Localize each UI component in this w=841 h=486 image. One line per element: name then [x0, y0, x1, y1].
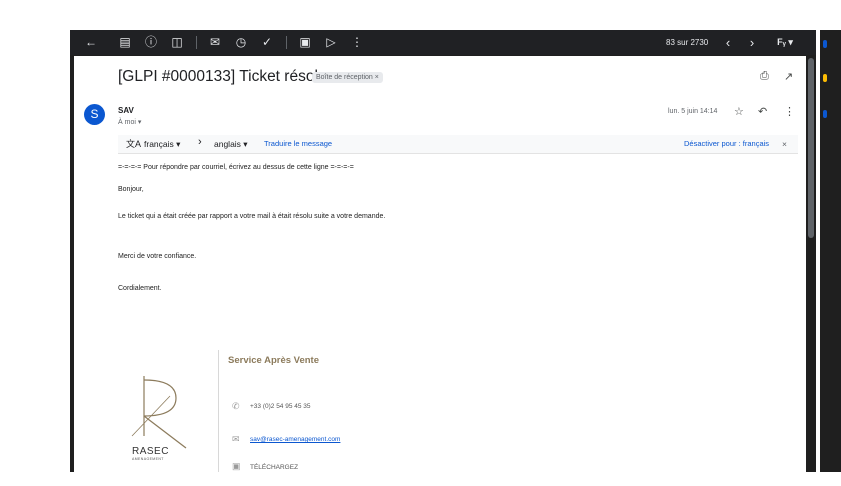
rasec-logo: RASEC AMENAGEMENT	[130, 376, 194, 462]
translate-bar: 文A français ▾ › anglais ▾ Traduire le me…	[118, 135, 798, 154]
email-content: [GLPI #0000133] Ticket résolu Boîte de r…	[74, 56, 806, 472]
email-date: lun. 5 juin 14:14	[668, 108, 718, 115]
toolbar-separator	[196, 36, 197, 49]
close-translate-icon[interactable]: ×	[782, 138, 787, 150]
signature-phone: +33 (0)2 54 95 45 35	[250, 403, 311, 410]
logo-subtext: AMENAGEMENT	[132, 457, 164, 461]
signature-divider	[218, 350, 219, 472]
phone-icon: ✆	[232, 401, 240, 411]
open-in-new-window-icon[interactable]: ↗	[784, 70, 793, 83]
recipient-details[interactable]: À moi ▾	[118, 118, 141, 126]
logo-text: RASEC	[132, 446, 169, 457]
label-icon[interactable]: ▷	[324, 34, 338, 51]
mark-unread-icon[interactable]: ✉	[208, 34, 222, 51]
translate-icon: 文A	[126, 139, 142, 149]
disable-translation-link[interactable]: Désactiver pour : français	[684, 139, 769, 148]
more-vert-icon[interactable]: ⋮	[784, 105, 795, 118]
closing-text: Cordialement.	[118, 285, 162, 292]
reply-icon[interactable]: ↶	[758, 105, 767, 118]
prev-message-icon[interactable]: ‹	[722, 34, 734, 51]
source-language-select[interactable]: français ▾	[144, 138, 180, 150]
mail-icon: ✉	[232, 434, 240, 444]
translate-message-link[interactable]: Traduire le message	[264, 138, 332, 150]
star-icon[interactable]: ☆	[734, 105, 744, 118]
more-vert-icon[interactable]: ⋮	[350, 34, 364, 51]
thanks-text: Merci de votre confiance.	[118, 253, 197, 260]
message-text: Le ticket qui a était créée par rapport …	[118, 213, 386, 220]
add-task-icon[interactable]: ✓	[260, 34, 274, 51]
snooze-icon[interactable]: ◷	[234, 34, 248, 51]
reply-above-line: =-=-=-= Pour répondre par courriel, écri…	[118, 164, 354, 171]
message-count: 83 sur 2730	[666, 38, 709, 47]
print-icon[interactable]: ⎙	[760, 70, 769, 83]
keep-app-icon[interactable]	[823, 74, 827, 82]
calendar-app-icon[interactable]	[823, 40, 827, 48]
download-icon: ▣	[232, 461, 241, 471]
signature-email-link[interactable]: sav@rasec-amenagement.com	[250, 436, 340, 443]
input-tools-button[interactable]: Fᵧ ▾	[768, 34, 802, 51]
scrollbar[interactable]	[806, 56, 816, 472]
sender-name[interactable]: SAV	[118, 106, 134, 115]
toolbar-separator	[286, 36, 287, 49]
sender-avatar[interactable]: S	[84, 104, 105, 125]
back-arrow-icon[interactable]: ←	[84, 34, 98, 51]
tasks-app-icon[interactable]	[823, 110, 827, 118]
scrollbar-thumb[interactable]	[808, 58, 814, 238]
inbox-label-chip[interactable]: Boîte de réception ×	[312, 72, 383, 83]
target-language-select[interactable]: anglais ▾	[214, 138, 248, 150]
email-toolbar: ← ▤ ⓘ ◫ ✉ ◷ ✓ ▣ ▷ ⋮ 83 sur 2730 ‹ › Fᵧ ▾	[70, 30, 816, 55]
report-spam-icon[interactable]: ⓘ	[144, 34, 158, 51]
email-window: ← ▤ ⓘ ◫ ✉ ◷ ✓ ▣ ▷ ⋮ 83 sur 2730 ‹ › Fᵧ ▾…	[70, 30, 816, 472]
email-subject: [GLPI #0000133] Ticket résolu	[118, 68, 327, 85]
side-panel-strip	[820, 30, 841, 472]
signature-title: Service Après Vente	[228, 355, 320, 366]
delete-icon[interactable]: ◫	[170, 34, 184, 51]
archive-icon[interactable]: ▤	[118, 34, 132, 51]
signature-download-button[interactable]: TÉLÉCHARGEZ	[250, 464, 298, 471]
greeting: Bonjour,	[118, 186, 144, 193]
language-arrow-icon: ›	[198, 136, 202, 148]
next-message-icon[interactable]: ›	[746, 34, 758, 51]
move-to-icon[interactable]: ▣	[298, 34, 312, 51]
